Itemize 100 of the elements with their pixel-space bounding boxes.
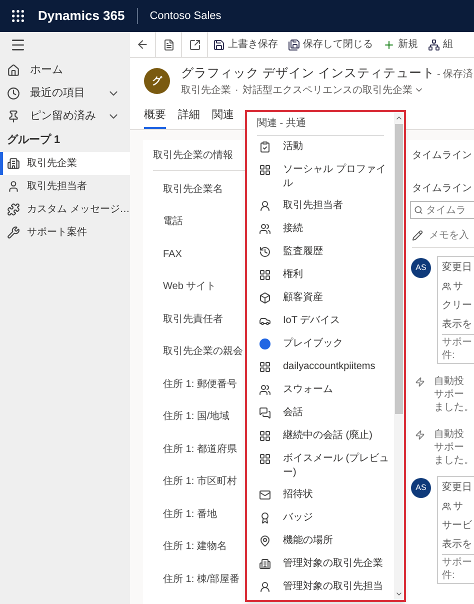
menu-item[interactable]: 顧客資産 [247,287,394,310]
command-button[interactable]: 保存して閉じる [283,32,378,57]
field-label: Web サイト [163,280,216,294]
menu-item[interactable]: 権利 [247,264,394,287]
sidebar-item[interactable]: カスタム メッセージ… [0,198,130,220]
menu-item[interactable]: 接続 [247,218,394,241]
field-label: 住所 1: 番地 [163,508,217,522]
field-label: 取引先責任者 [163,312,223,327]
menu-item[interactable]: バッジ [247,507,394,530]
field-label: 住所 1: 国/地域 [163,410,230,424]
timeline-header: タイムライン [412,149,473,163]
save-status: - 保存済 [436,68,474,82]
sidebar-item[interactable]: 取引先担当者 [0,174,130,198]
menu-item[interactable]: 取引先担当者 [247,195,394,218]
command-button[interactable]: 上書き保存 [208,32,283,57]
record-avatar: グ [144,68,170,94]
timeline-card[interactable]: 変更日 サ サービ 表示を サポー 件: [437,476,474,584]
field-label: FAX [163,248,182,262]
menu-item[interactable]: 継続中の会話 (廃止) [247,425,394,448]
menu-item[interactable]: 招待状 [247,484,394,507]
record-title: グラフィック デザイン インスティテュート [181,65,435,82]
scroll-thumb[interactable] [395,124,403,414]
sidebar-item[interactable]: サポート案件 [0,220,130,244]
chat-icon [259,407,271,419]
back-arrow-icon [136,38,149,51]
command-button[interactable]: 新規 [378,32,423,57]
grid-icon [259,430,271,442]
home-icon [7,64,20,77]
card-text: サ [453,280,463,294]
menu-icon[interactable] [10,37,26,53]
building-icon [259,558,271,570]
pencil-icon [412,230,423,241]
post-text: サポー [434,441,465,454]
grid-icon [259,269,271,281]
timeline-card[interactable]: 変更日 サ クリー 表示を サポー 件: [437,256,474,364]
menu-item[interactable]: スウォーム [247,379,394,402]
pin-icon [259,535,271,547]
card-text: サポー [442,556,473,569]
menu-item[interactable]: プレイブック [247,333,394,356]
person-icon [259,581,271,593]
menu-item[interactable]: dailyaccountkpiitems [247,356,394,379]
card-text: 件: [442,349,456,362]
tab[interactable]: 関連 [212,104,234,129]
command-button[interactable]: 組 [423,32,458,57]
timeline-search[interactable]: タイムラ [410,201,474,219]
puzzle-icon [7,202,20,216]
sidebar-item[interactable]: ピン留め済み [0,105,130,128]
scroll-up-icon [395,114,403,122]
grid-icon [259,453,271,465]
menu-item[interactable]: 監査履歴 [247,241,394,264]
car-icon [259,315,271,327]
popout-icon [188,38,200,50]
scroll-down-icon [395,590,403,598]
plus-icon [383,38,395,50]
pin-icon [7,110,20,123]
timeline-title: タイムライン [412,182,473,196]
post-text: ました。 [434,401,474,414]
menu-item[interactable]: ボイスメール (プレビュー) [247,448,394,484]
menu-item[interactable]: 管理対象の取引先企業 [247,553,394,576]
wrench-icon [7,226,20,238]
sidebar-item[interactable]: 最近の項目 [0,82,130,105]
separator-dot: · [235,84,238,98]
building-icon [7,156,20,170]
search-icon [414,205,423,215]
post-text: 自動投 [434,428,465,441]
grid-icon [259,164,271,176]
card-text: サポー [442,336,473,349]
menu-heading: 関連 - 共通 [257,112,384,136]
menu-item[interactable]: 管理対象の取引先担当 [247,576,394,599]
save-close-icon [288,38,300,50]
box-icon [259,292,271,304]
field-label: 住所 1: 郵便番号 [163,378,237,392]
card-text: 変更日 [442,260,472,275]
person-icon [7,180,20,192]
document-icon [162,38,174,50]
card-text: サービ [442,519,472,533]
sidebar-item[interactable]: 取引先企業 [0,152,130,174]
people-icon [259,384,271,396]
menu-item[interactable]: 機能の場所 [247,530,394,553]
app-launcher-icon[interactable] [10,8,26,24]
tab[interactable]: 概要 [144,104,166,129]
menu-item[interactable]: 会話 [247,402,394,425]
history-icon [259,246,271,258]
save-icon [213,38,225,50]
people-icon [442,502,451,511]
search-input[interactable]: タイムラ [426,202,474,218]
post-text: ました。 [434,454,474,467]
tab[interactable]: 詳細 [178,104,200,129]
field-label: 住所 1: 棟/部屋番 [163,572,240,587]
menu-item[interactable]: IoT デバイス [247,310,394,333]
field-label: 取引先企業名 [163,182,223,197]
auto-post-icon [415,430,425,440]
field-label: 住所 1: 都道府県 [163,442,237,457]
form-selector[interactable]: 対話型エクスペリエンスの取引先企業 [242,82,424,98]
card-text: クリー [442,299,472,313]
scrollbar[interactable] [394,112,404,600]
auto-post-icon [415,377,425,387]
sidebar-item[interactable]: ホーム [0,59,130,82]
note-field[interactable]: メモを入 [429,228,469,243]
person-icon [259,200,271,212]
